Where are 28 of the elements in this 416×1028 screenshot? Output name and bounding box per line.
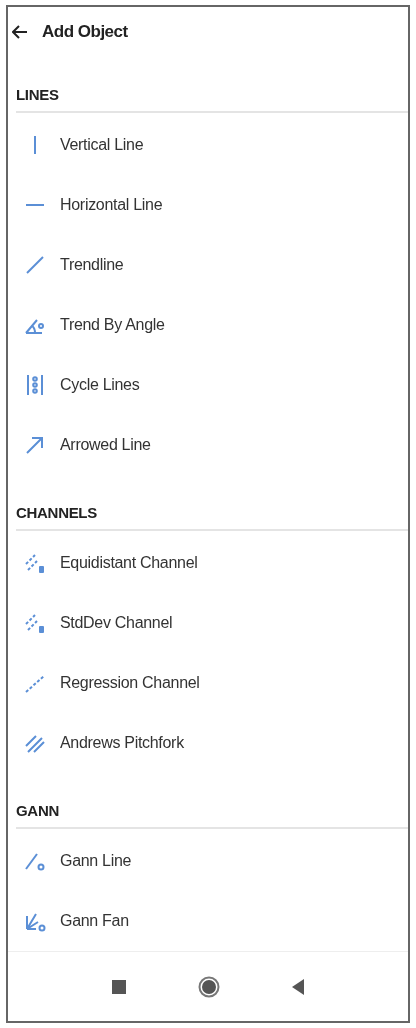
parallel-lines-icon [24, 732, 46, 754]
menu-item[interactable]: Gann Fan [8, 891, 408, 951]
channel-icon [24, 612, 46, 634]
menu-item[interactable]: Arrowed Line [8, 415, 408, 475]
menu-item[interactable]: Equidistant Channel [8, 533, 408, 593]
vertical-line-icon [34, 136, 36, 154]
menu-item[interactable]: Gann Line [8, 831, 408, 891]
channel-icon [24, 552, 46, 574]
section-heading: CHANNELS [16, 504, 97, 521]
dotted-lines-icon [24, 374, 46, 396]
section-heading: LINES [16, 86, 59, 103]
diagonal-line-icon [24, 254, 46, 276]
menu-item[interactable]: Andrews Pitchfork [8, 713, 408, 773]
menu-item[interactable]: Horizontal Line [8, 175, 408, 235]
home-icon[interactable] [198, 975, 220, 998]
menu-item[interactable]: StdDev Channel [8, 593, 408, 653]
menu-item[interactable]: Trend By Angle [8, 295, 408, 355]
menu-item[interactable]: Cycle Lines [8, 355, 408, 415]
screen-title: Add Object [42, 22, 128, 42]
section-heading: GANN [16, 802, 59, 819]
back-icon[interactable] [292, 978, 304, 995]
recents-icon[interactable] [112, 979, 126, 994]
arrow-icon [24, 434, 46, 456]
menu-item[interactable]: Trendline [8, 235, 408, 295]
horizontal-line-icon [26, 204, 44, 206]
menu-item[interactable]: Vertical Line [8, 115, 408, 175]
menu-item[interactable]: Regression Channel [8, 653, 408, 713]
back-icon[interactable] [10, 23, 30, 41]
